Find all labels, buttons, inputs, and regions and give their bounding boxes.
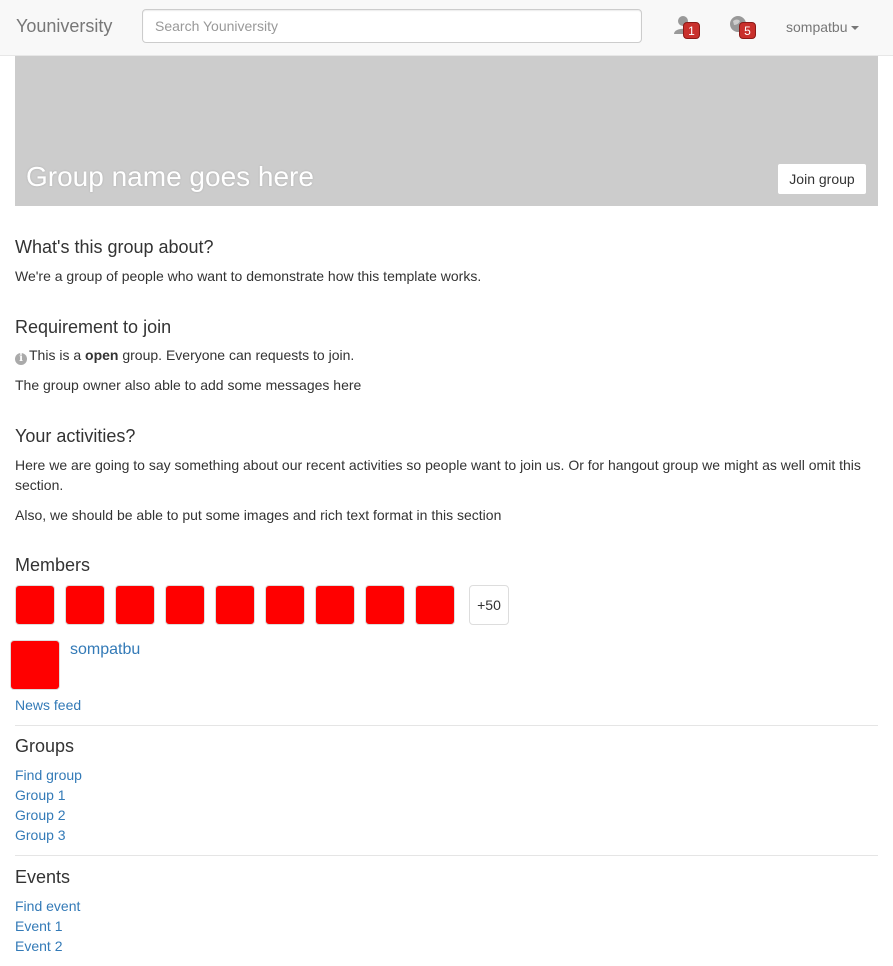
requirement-note-prefix: This is a — [29, 347, 86, 363]
activities-text-1: Here we are going to say something about… — [15, 457, 861, 493]
username-label: sompatbu — [786, 19, 848, 35]
activities-heading: Your activities? — [15, 426, 136, 446]
groups-heading: Groups — [15, 736, 75, 756]
profile-avatar[interactable] — [10, 640, 60, 690]
member-avatar[interactable] — [215, 585, 255, 625]
friend-requests-button[interactable]: 1 — [672, 14, 700, 40]
group-banner: Group name goes here Join group — [15, 56, 878, 206]
find-event-link[interactable]: Find event — [15, 896, 80, 916]
requirement-note-suffix: group. Everyone can requests to join. — [118, 347, 355, 363]
member-avatar[interactable] — [265, 585, 305, 625]
members-heading: Members — [15, 555, 91, 575]
event-link-1[interactable]: Event 1 — [15, 916, 62, 936]
more-members-button[interactable]: +50 — [469, 585, 509, 625]
divider — [15, 725, 878, 726]
member-avatar[interactable] — [65, 585, 105, 625]
join-group-button[interactable]: Join group — [777, 163, 867, 195]
user-menu-toggle[interactable]: sompatbu — [786, 18, 860, 36]
member-avatar[interactable] — [15, 585, 55, 625]
requirement-message: The group owner also able to add some me… — [15, 377, 362, 393]
group-name-title: Group name goes here — [26, 161, 314, 192]
group-link-1[interactable]: Group 1 — [15, 785, 66, 805]
requirement-heading: Requirement to join — [15, 317, 172, 337]
find-group-link[interactable]: Find group — [15, 765, 82, 785]
brand-logo[interactable]: Youniversity — [16, 15, 112, 37]
info-icon: i — [15, 353, 27, 365]
events-heading: Events — [15, 867, 71, 887]
member-avatar[interactable] — [165, 585, 205, 625]
news-feed-link[interactable]: News feed — [15, 695, 81, 715]
event-link-2[interactable]: Event 2 — [15, 936, 62, 956]
member-avatar[interactable] — [365, 585, 405, 625]
requirement-note-type: open — [85, 347, 119, 363]
caret-down-icon — [851, 26, 860, 31]
activities-text-2: Also, we should be able to put some imag… — [15, 507, 502, 523]
search-input[interactable] — [142, 9, 642, 43]
member-avatar[interactable] — [115, 585, 155, 625]
friend-requests-badge: 1 — [683, 22, 700, 39]
top-navbar: Youniversity 1 5 sompatbu — [0, 0, 893, 56]
member-avatar[interactable] — [315, 585, 355, 625]
notifications-button[interactable]: 5 — [728, 14, 756, 40]
about-heading: What's this group about? — [15, 237, 214, 257]
profile-name-link[interactable]: sompatbu — [70, 640, 140, 660]
divider — [15, 855, 878, 856]
about-text: We're a group of people who want to demo… — [15, 268, 482, 284]
notifications-badge: 5 — [739, 22, 756, 39]
group-link-3[interactable]: Group 3 — [15, 825, 66, 845]
group-link-2[interactable]: Group 2 — [15, 805, 66, 825]
member-avatar[interactable] — [415, 585, 455, 625]
requirement-note: i This is a open group. Everyone can requ… — [15, 345, 878, 365]
